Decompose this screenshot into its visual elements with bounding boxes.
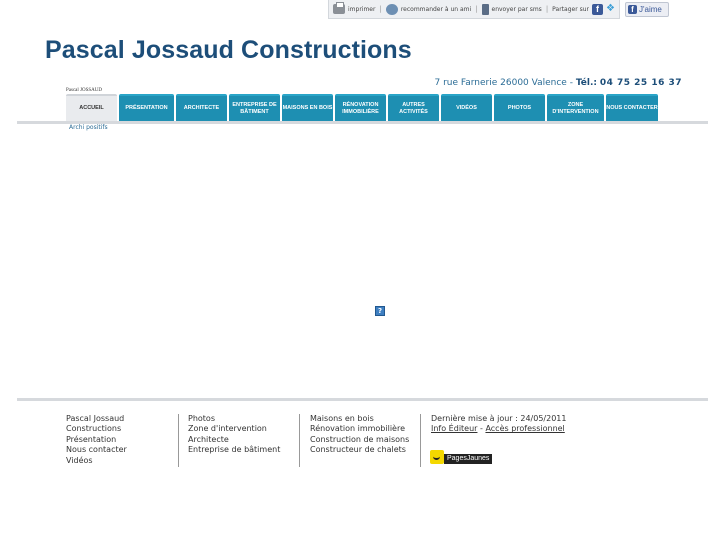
- recommend-label: recommander à un ami: [400, 5, 472, 13]
- footer-link[interactable]: Constructeur de chalets: [310, 445, 409, 455]
- sms-link[interactable]: envoyer par sms: [481, 3, 542, 15]
- main-nav: Accueil Présentation Architecte Entrepri…: [66, 94, 658, 121]
- footer-link[interactable]: Vidéos: [66, 456, 127, 466]
- footer-link[interactable]: Maisons en bois: [310, 414, 409, 424]
- printer-icon: [333, 2, 345, 14]
- footer-link[interactable]: Nous contacter: [66, 445, 127, 455]
- nav-entreprise-batiment[interactable]: Entreprise de bâtiment: [229, 94, 280, 121]
- info-editeur-link[interactable]: Info Éditeur: [431, 424, 477, 433]
- last-update: Dernière mise à jour : 24/05/2011: [431, 414, 567, 423]
- print-label: imprimer: [348, 5, 376, 13]
- footer-link[interactable]: Pascal Jossaud: [66, 414, 127, 424]
- nav-zone-intervention[interactable]: Zone d'intervention: [547, 94, 604, 121]
- footer-link[interactable]: Photos: [188, 414, 280, 424]
- nav-maisons-bois[interactable]: Maisons en bois: [282, 94, 333, 121]
- footer-link[interactable]: Zone d'intervention: [188, 424, 280, 434]
- share-toolbar: imprimer | recommander à un ami | envoye…: [328, 0, 620, 19]
- email-icon: [385, 3, 398, 15]
- pagesjaunes-badge[interactable]: PagesJaunes: [430, 450, 493, 464]
- footer-link[interactable]: Rénovation immobilière: [310, 424, 409, 434]
- logo-text: Pascal JOSSAUD: [66, 88, 102, 93]
- nav-renovation[interactable]: Rénovation immobilière: [335, 94, 386, 121]
- acces-pro-link[interactable]: Accès professionnel: [485, 424, 564, 433]
- site-title[interactable]: Pascal Jossaud Constructions: [45, 36, 412, 65]
- separator: |: [379, 5, 382, 13]
- address: 7 rue Farnerie 26000 Valence -: [434, 78, 576, 88]
- recommend-link[interactable]: recommander à un ami: [385, 3, 472, 15]
- contact-line: 7 rue Farnerie 26000 Valence - Tél.: 04 …: [435, 78, 683, 88]
- phone-number: 04 75 25 16 37: [599, 78, 682, 88]
- like-label: J'aime: [639, 5, 662, 14]
- separator: |: [475, 5, 478, 13]
- nav-contact[interactable]: Nous contacter: [606, 94, 658, 121]
- missing-plugin-icon[interactable]: ?: [375, 306, 385, 316]
- nav-architecte[interactable]: Architecte: [176, 94, 227, 121]
- share-label: Partager sur: [552, 5, 589, 13]
- footer-divider: [17, 398, 708, 401]
- nav-photos[interactable]: Photos: [494, 94, 545, 121]
- footer-legal-links: Info Éditeur - Accès professionnel: [431, 424, 566, 434]
- nav-videos[interactable]: Vidéos: [441, 94, 492, 121]
- nav-presentation[interactable]: Présentation: [119, 94, 174, 121]
- footer-link[interactable]: Présentation: [66, 435, 127, 445]
- phone-icon: [481, 3, 489, 15]
- nav-accueil[interactable]: Accueil: [66, 94, 117, 121]
- print-link[interactable]: imprimer: [333, 2, 376, 14]
- share-on: Partager sur f ❖: [552, 3, 618, 15]
- separator: |: [545, 5, 549, 13]
- footer-column-3: Maisons en bois Rénovation immobilière C…: [299, 414, 409, 467]
- twitter-icon[interactable]: ❖: [606, 4, 618, 14]
- pagesjaunes-logo-icon: [430, 450, 444, 464]
- sms-label: envoyer par sms: [491, 5, 542, 13]
- nav-divider: [17, 121, 708, 124]
- footer-link[interactable]: Construction de maisons: [310, 435, 409, 445]
- facebook-like-button[interactable]: f J'aime: [625, 2, 669, 17]
- subnav-archi-positifs[interactable]: Archi positifs: [69, 124, 108, 131]
- facebook-icon: f: [628, 5, 637, 14]
- nav-autres-activites[interactable]: Autres activités: [388, 94, 439, 121]
- facebook-icon[interactable]: f: [591, 3, 603, 15]
- tel-label: Tél.:: [575, 78, 597, 88]
- footer-column-1: Pascal Jossaud Constructions Présentatio…: [66, 414, 127, 466]
- footer-link[interactable]: Constructions: [66, 424, 127, 434]
- footer-column-2: Photos Zone d'intervention Architecte En…: [178, 414, 280, 467]
- footer-link[interactable]: Entreprise de bâtiment: [188, 445, 280, 455]
- footer-link[interactable]: Architecte: [188, 435, 280, 445]
- pagesjaunes-label: PagesJaunes: [444, 454, 493, 464]
